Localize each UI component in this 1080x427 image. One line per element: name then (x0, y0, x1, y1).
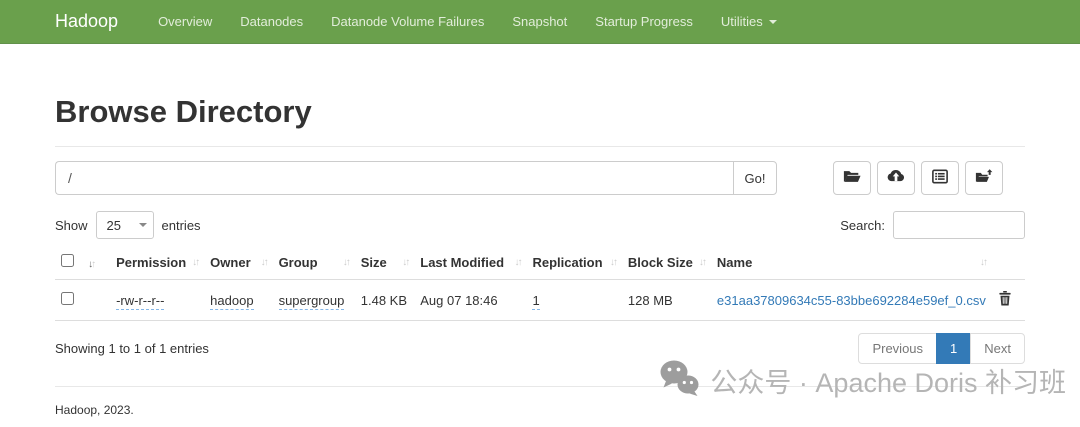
owner-value[interactable]: hadoop (210, 292, 254, 310)
top-navbar: Hadoop Overview Datanodes Datanode Volum… (0, 0, 1080, 44)
nav-item-overview[interactable]: Overview (144, 14, 226, 29)
page-1-button[interactable]: 1 (936, 333, 972, 364)
previous-page-button[interactable]: Previous (858, 333, 938, 364)
column-header-permission[interactable]: Permission ↓↑ (110, 245, 205, 280)
row-sort-cell (82, 279, 111, 321)
search-input[interactable] (893, 211, 1025, 239)
sort-icon: ↓↑ (514, 256, 522, 268)
nav-item-utilities-label: Utilities (720, 14, 763, 29)
upload-file-button[interactable] (877, 161, 915, 195)
column-header-owner[interactable]: Owner ↓↑ (204, 245, 273, 280)
column-header-last-modified[interactable]: Last Modified ↓↑ (414, 245, 527, 280)
sort-header[interactable]: ↓↑ (82, 245, 111, 280)
sort-icon: ↓↑ (979, 256, 988, 268)
block-size-cell: 128 MB (621, 279, 711, 321)
table-footer: Showing 1 to 1 of 1 entries Previous 1 N… (55, 333, 1025, 364)
trash-icon (998, 291, 1012, 309)
sort-icon: ↓↑ (260, 256, 269, 268)
brand-hadoop[interactable]: Hadoop (55, 11, 118, 32)
sort-icon: ↓↑ (402, 256, 410, 268)
chevron-down-icon (768, 19, 777, 24)
group-value[interactable]: supergroup (278, 292, 345, 310)
directory-path-input[interactable] (55, 161, 733, 195)
page-title: Browse Directory (55, 94, 312, 129)
footer-divider (55, 386, 1025, 387)
directory-table: ↓↑ Permission ↓↑ Owner ↓↑ Group ↓↑ Size … (55, 245, 1025, 321)
path-bar: Go! (55, 161, 1025, 195)
column-header-size[interactable]: Size ↓↑ (354, 245, 415, 280)
nav-item-snapshot[interactable]: Snapshot (498, 14, 581, 29)
cloud-upload-icon (887, 169, 905, 187)
path-input-group: Go! (55, 161, 777, 195)
column-header-name[interactable]: Name ↓↑ (710, 245, 992, 280)
next-page-button[interactable]: Next (970, 333, 1025, 364)
entries-select[interactable]: 25 (95, 211, 154, 239)
sort-icon: ↓↑ (342, 256, 351, 268)
file-name-link[interactable]: e31aa37809634c55-83bbe692284e59ef_0.csv (717, 293, 986, 308)
go-button[interactable]: Go! (733, 161, 777, 195)
create-directory-button[interactable] (833, 161, 871, 195)
delete-file-button[interactable] (998, 291, 1012, 309)
cut-paste-button[interactable] (965, 161, 1003, 195)
divider (55, 146, 1025, 147)
nav-item-datanode-volume-failures[interactable]: Datanode Volume Failures (317, 14, 498, 29)
permission-value[interactable]: -rw-r--r-- (116, 292, 165, 310)
table-controls: Show 25 entries Search: (55, 211, 1025, 239)
entries-label: entries (161, 217, 201, 233)
show-label: Show (55, 217, 88, 233)
file-list-button[interactable] (921, 161, 959, 195)
list-alt-icon (932, 169, 948, 187)
page-length-control: Show 25 entries (55, 211, 201, 239)
nav-item-startup-progress[interactable]: Startup Progress (581, 14, 707, 29)
name-cell: e31aa37809634c55-83bbe692284e59ef_0.csv (710, 279, 992, 321)
last-modified-cell: Aug 07 18:46 (414, 279, 527, 321)
sort-icon: ↓↑ (698, 256, 707, 268)
column-header-block-size[interactable]: Block Size ↓↑ (621, 245, 711, 280)
select-all-header[interactable] (55, 245, 83, 280)
replication-value[interactable]: 1 (532, 292, 540, 310)
column-header-group[interactable]: Group ↓↑ (272, 245, 355, 280)
row-select-cell (55, 279, 83, 321)
sort-icon: ↓↑ (88, 258, 96, 270)
folder-open-icon (843, 169, 861, 187)
permission-cell: -rw-r--r-- (110, 279, 205, 321)
column-header-replication[interactable]: Replication ↓↑ (526, 245, 622, 280)
select-all-checkbox[interactable] (61, 254, 74, 267)
sort-icon: ↓↑ (192, 256, 200, 268)
search-control: Search: (840, 211, 1025, 239)
owner-cell: hadoop (204, 279, 273, 321)
column-header-actions (991, 245, 1025, 280)
folder-move-icon (975, 169, 993, 187)
replication-cell: 1 (526, 279, 622, 321)
actions-cell (991, 279, 1025, 321)
footer-copyright: Hadoop, 2023. (55, 403, 134, 417)
group-cell: supergroup (272, 279, 355, 321)
entries-info: Showing 1 to 1 of 1 entries (55, 341, 209, 356)
nav-item-datanodes[interactable]: Datanodes (226, 14, 317, 29)
table-row: -rw-r--r-- hadoop supergroup 1.48 KB Aug… (55, 279, 1025, 321)
size-cell: 1.48 KB (354, 279, 415, 321)
row-checkbox[interactable] (61, 292, 74, 305)
table-header-row: ↓↑ Permission ↓↑ Owner ↓↑ Group ↓↑ Size … (55, 245, 1025, 280)
sort-icon: ↓↑ (609, 256, 618, 268)
search-label: Search: (840, 217, 885, 233)
nav-item-utilities[interactable]: Utilities (707, 14, 791, 29)
pagination: Previous 1 Next (858, 333, 1025, 364)
explorer-action-buttons (833, 161, 1003, 195)
